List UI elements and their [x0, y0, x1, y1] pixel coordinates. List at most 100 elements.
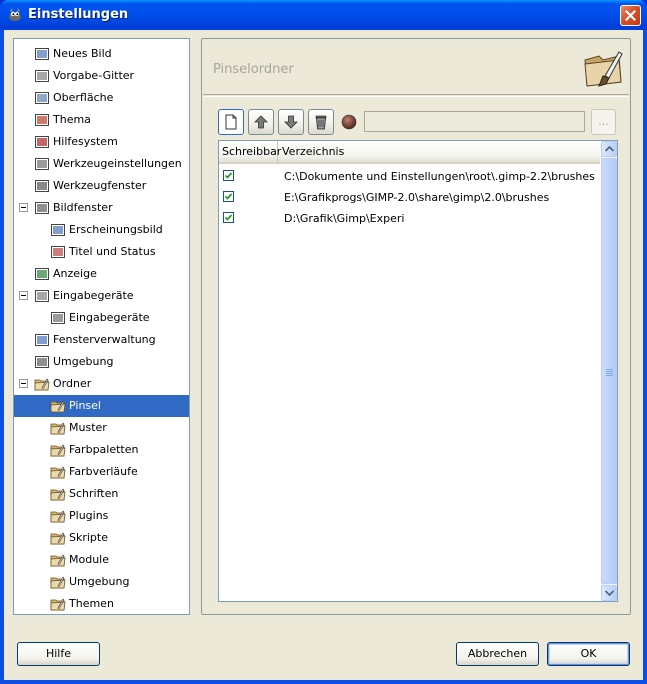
- folder-scripts-icon: [50, 532, 66, 545]
- tree-item-label: Werkzeugeinstellungen: [53, 157, 182, 170]
- tree-item-label: Plugins: [69, 509, 109, 522]
- tree-expander-11[interactable]: [19, 291, 28, 300]
- tree-item-15[interactable]: Ordner: [14, 373, 189, 395]
- tree-expander-7[interactable]: [19, 203, 28, 212]
- tree-item-7[interactable]: Bildfenster: [14, 197, 189, 219]
- tool-options-icon: [35, 158, 49, 170]
- tree-item-25[interactable]: Themen: [14, 593, 189, 614]
- tree-item-21[interactable]: Plugins: [14, 505, 189, 527]
- thumb-grip-4: [606, 375, 613, 376]
- vertical-scrollbar[interactable]: [601, 141, 617, 601]
- new-image-icon: [35, 48, 49, 60]
- tree-item-11[interactable]: Eingabegeräte: [14, 285, 189, 307]
- column-header-writable[interactable]: Schreibbar: [219, 141, 281, 162]
- tree-item-8[interactable]: Erscheinungsbild: [14, 219, 189, 241]
- table-row[interactable]: E:\Grafikprogs\GIMP-2.0\share\gimp\2.0\b…: [219, 187, 600, 208]
- tree-item-label: Anzeige: [53, 267, 97, 280]
- tree-item-label: Werkzeugfenster: [53, 179, 147, 192]
- ok-button[interactable]: OK: [547, 642, 630, 666]
- tree-item-label: Oberfläche: [53, 91, 114, 104]
- tree-item-13[interactable]: Fensterverwaltung: [14, 329, 189, 351]
- arrow-down-icon: [284, 115, 298, 129]
- tree-item-label: Fensterverwaltung: [53, 333, 156, 346]
- writable-checkbox[interactable]: [223, 191, 234, 202]
- directory-path: E:\Grafikprogs\GIMP-2.0\share\gimp\2.0\b…: [284, 191, 550, 204]
- checkmark-icon: [224, 172, 233, 179]
- chevron-up-icon: [605, 146, 614, 152]
- window-title: Einstellungen: [28, 7, 129, 22]
- folder-plugins-icon: [50, 510, 66, 523]
- tree-item-12[interactable]: Eingabegeräte: [14, 307, 189, 329]
- move-down-button[interactable]: [278, 109, 304, 135]
- arrow-up-icon: [254, 115, 268, 129]
- tree-expander-15[interactable]: [19, 379, 28, 388]
- interface-icon: [35, 92, 49, 104]
- tree-item-20[interactable]: Schriften: [14, 483, 189, 505]
- tree-item-19[interactable]: Farbverläufe: [14, 461, 189, 483]
- browse-button[interactable]: ...: [591, 109, 616, 135]
- chevron-down-icon: [605, 590, 614, 596]
- close-button[interactable]: [620, 5, 641, 26]
- scroll-thumb[interactable]: [601, 158, 617, 584]
- status-dot-icon: [341, 114, 357, 130]
- tree-item-label: Bildfenster: [53, 201, 113, 214]
- writable-checkbox[interactable]: [223, 212, 234, 223]
- help-button[interactable]: Hilfe: [17, 642, 100, 666]
- move-up-button[interactable]: [248, 109, 274, 135]
- directory-path-input[interactable]: [364, 111, 585, 132]
- delete-button[interactable]: [308, 109, 334, 135]
- tree-item-18[interactable]: Farbpaletten: [14, 439, 189, 461]
- theme-icon: [35, 114, 49, 126]
- grid-icon: [35, 70, 49, 82]
- title-status-icon: [51, 246, 65, 258]
- column-header-directory[interactable]: Verzeichnis: [279, 141, 600, 162]
- title-bar[interactable]: Einstellungen: [0, 0, 647, 30]
- writable-checkbox[interactable]: [223, 170, 234, 181]
- tree-item-3[interactable]: Thema: [14, 109, 189, 131]
- tree-item-6[interactable]: Werkzeugfenster: [14, 175, 189, 197]
- input-controllers-icon: [51, 312, 65, 324]
- tree-item-label: Schriften: [69, 487, 119, 500]
- cancel-button[interactable]: Abbrechen: [456, 642, 539, 666]
- directory-path: C:\Dokumente und Einstellungen\root\.gim…: [284, 170, 595, 183]
- directory-list[interactable]: Schreibbar Verzeichnis C:\Dokumente und …: [218, 140, 618, 602]
- tree-item-2[interactable]: Oberfläche: [14, 87, 189, 109]
- folder-modules-icon: [50, 554, 66, 567]
- tree-item-0[interactable]: Neues Bild: [14, 43, 189, 65]
- tree-item-24[interactable]: Umgebung: [14, 571, 189, 593]
- tree-item-label: Hilfesystem: [53, 135, 118, 148]
- thumb-grip-3: [606, 373, 613, 374]
- new-folder-button[interactable]: [218, 109, 244, 135]
- tree-item-label: Skripte: [69, 531, 108, 544]
- tree-item-23[interactable]: Module: [14, 549, 189, 571]
- panel-title: Pinselordner: [213, 62, 294, 77]
- tree-item-label: Titel und Status: [69, 245, 156, 258]
- input-devices-icon: [35, 290, 49, 302]
- folder-patterns-icon: [50, 422, 66, 435]
- tree-item-label: Thema: [53, 113, 91, 126]
- folders-icon: [34, 378, 50, 391]
- appearance-icon: [51, 224, 65, 236]
- scroll-down-button[interactable]: [601, 585, 617, 601]
- tree-item-9[interactable]: Titel und Status: [14, 241, 189, 263]
- table-row[interactable]: C:\Dokumente und Einstellungen\root\.gim…: [219, 166, 600, 187]
- tree-item-label: Ordner: [53, 377, 92, 390]
- close-icon: [625, 10, 636, 21]
- tree-item-22[interactable]: Skripte: [14, 527, 189, 549]
- scroll-up-button[interactable]: [601, 141, 617, 157]
- folder-fonts-icon: [50, 488, 66, 501]
- tree-item-17[interactable]: Muster: [14, 417, 189, 439]
- tree-item-5[interactable]: Werkzeugeinstellungen: [14, 153, 189, 175]
- directory-path: D:\Grafik\Gimp\Experi: [284, 212, 405, 225]
- list-header: Schreibbar Verzeichnis: [219, 141, 600, 164]
- cancel-button-label: Abbrechen: [467, 647, 528, 660]
- tree-item-10[interactable]: Anzeige: [14, 263, 189, 285]
- table-row[interactable]: D:\Grafik\Gimp\Experi: [219, 208, 600, 229]
- tree-item-label: Umgebung: [69, 575, 130, 588]
- preferences-tree[interactable]: Neues Bild Vorgabe-Gitter Oberfläche Thema H…: [13, 38, 190, 615]
- tree-item-label: Pinsel: [69, 399, 101, 412]
- tree-item-16[interactable]: Pinsel: [14, 395, 189, 417]
- tree-item-1[interactable]: Vorgabe-Gitter: [14, 65, 189, 87]
- tree-item-4[interactable]: Hilfesystem: [14, 131, 189, 153]
- tree-item-14[interactable]: Umgebung: [14, 351, 189, 373]
